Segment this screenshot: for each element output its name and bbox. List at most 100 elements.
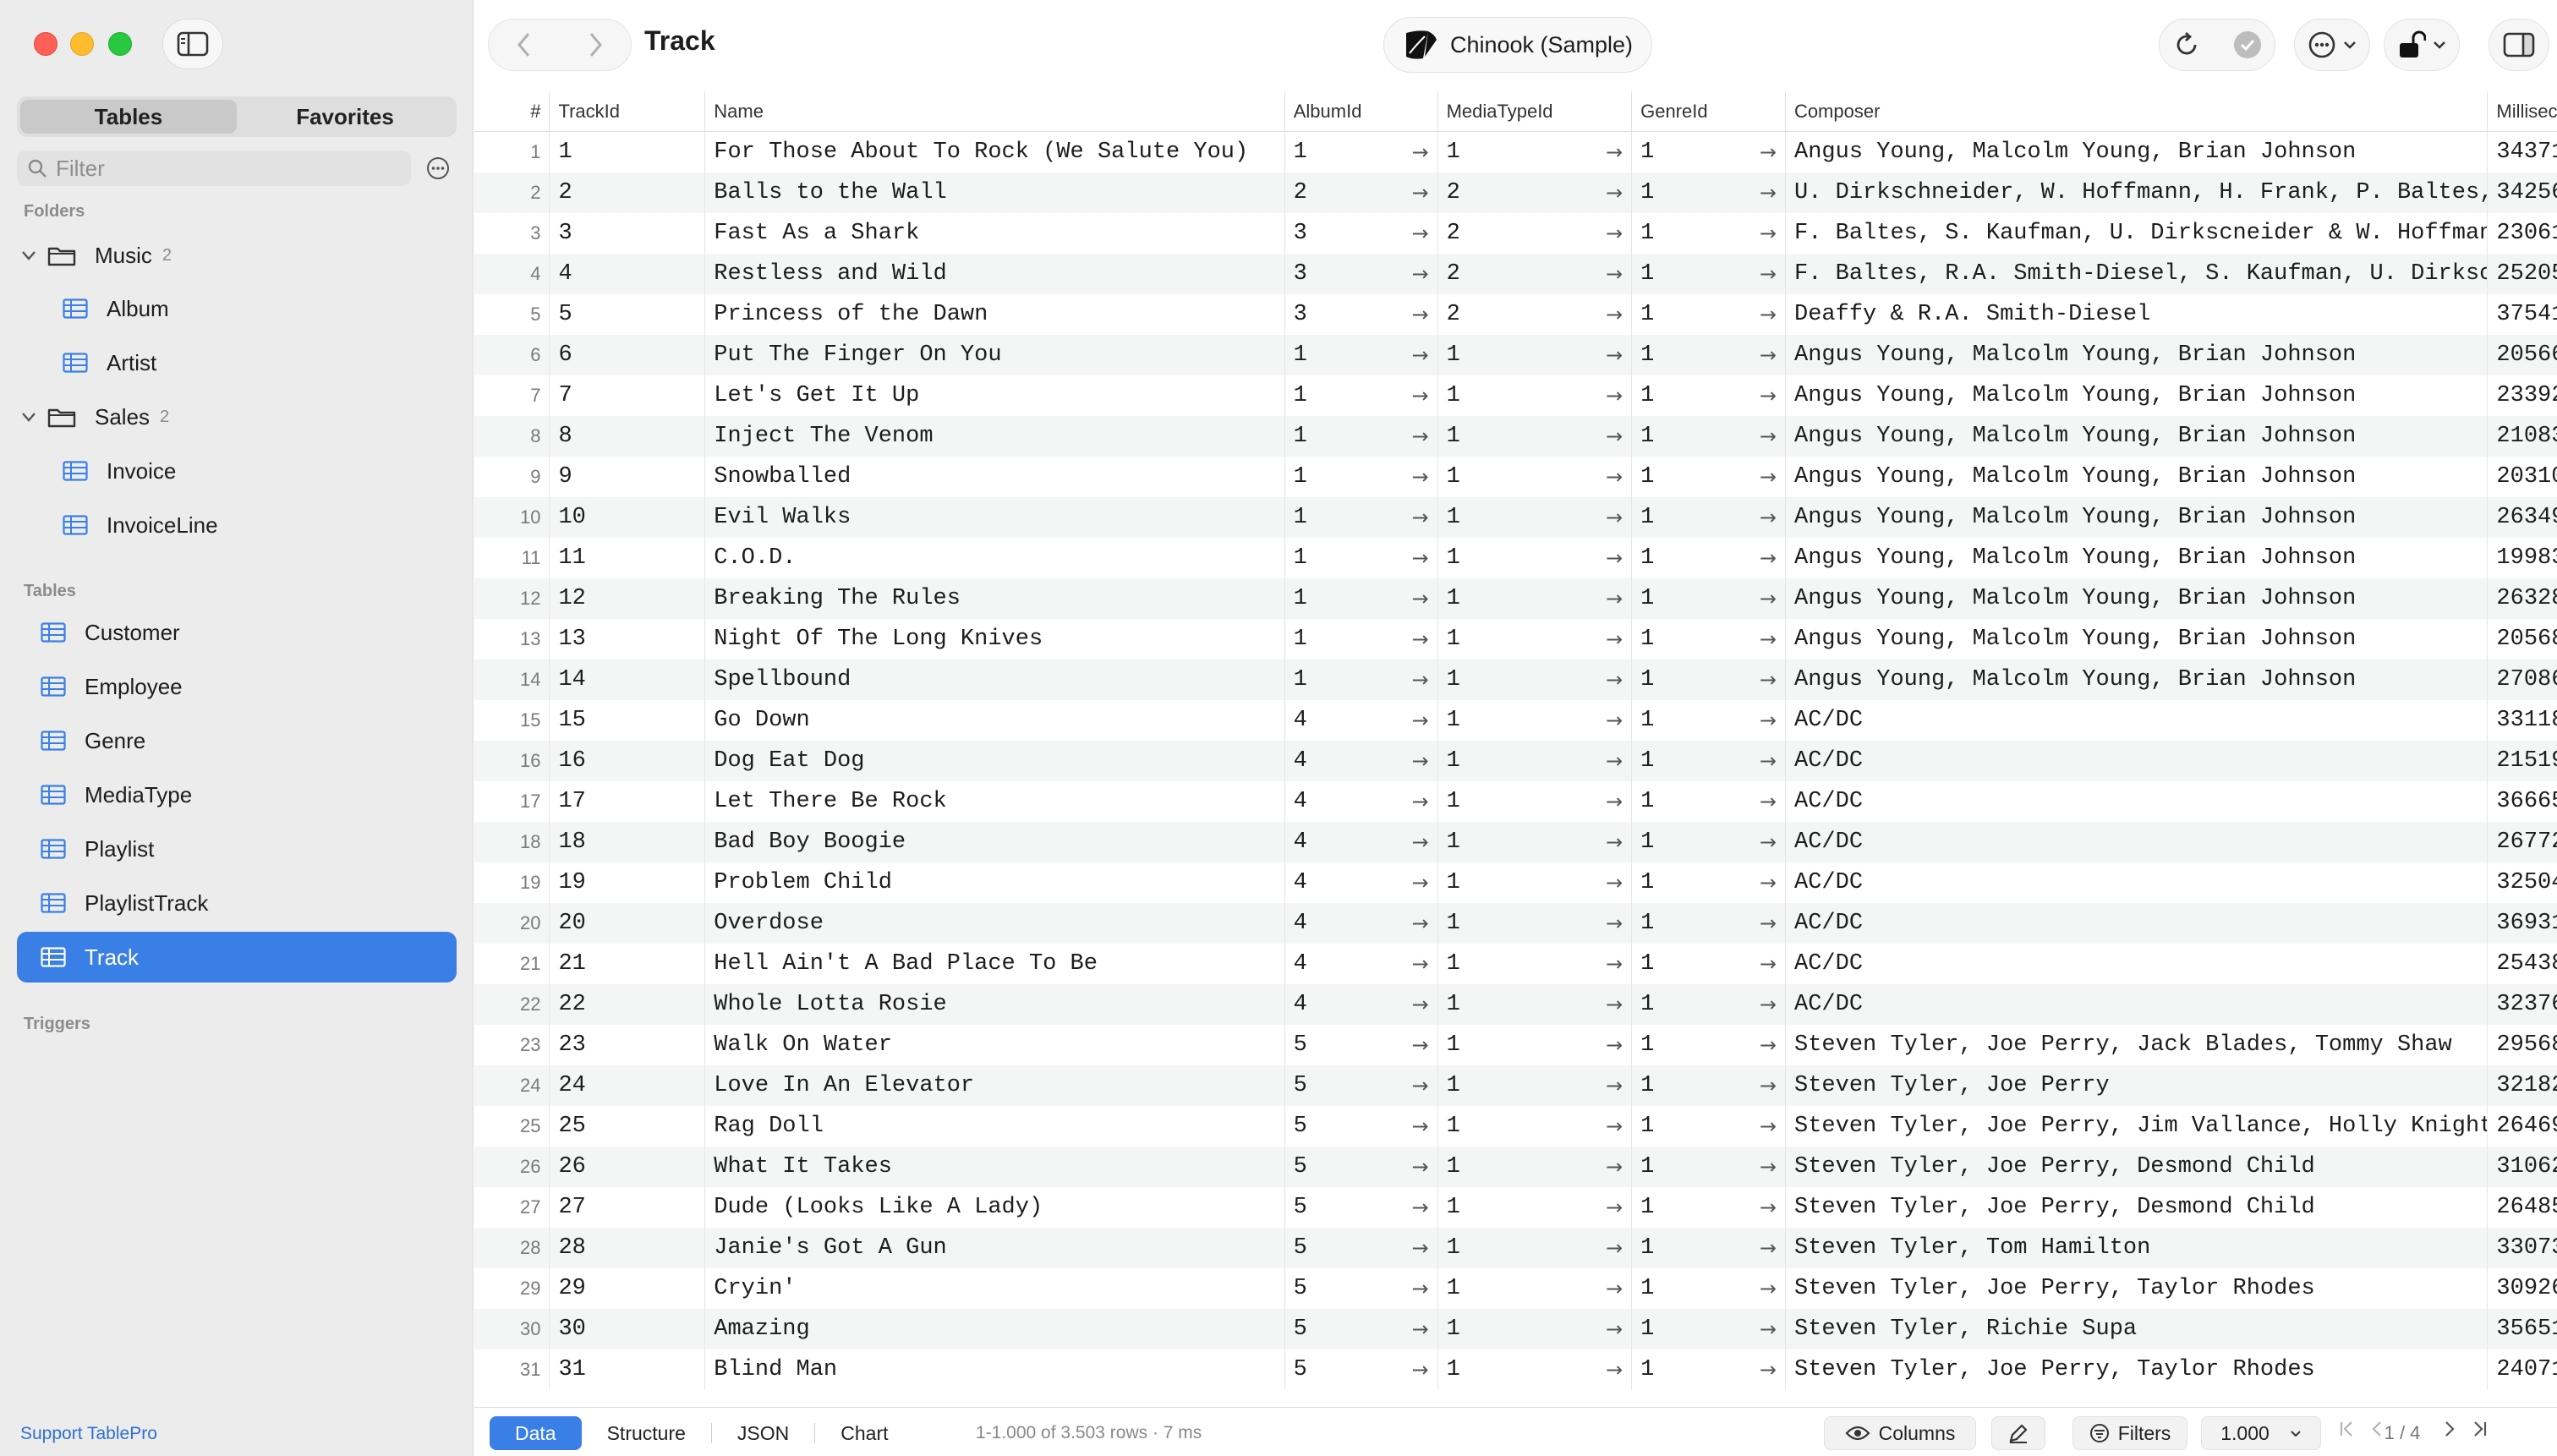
albumid-cell[interactable]: 3 →: [1285, 294, 1438, 335]
albumid-cell[interactable]: 5 →: [1285, 1187, 1438, 1228]
filter-input[interactable]: [56, 155, 394, 182]
composer-cell[interactable]: Steven Tyler, Joe Perry: [1786, 1065, 2489, 1106]
table-row[interactable]: 30 30 Amazing 5 → 1 → 1 → Steven Tyler, Richie Su…: [474, 1309, 2557, 1349]
milliseconds-cell[interactable]: 295680: [2488, 1025, 2557, 1065]
genreid-cell[interactable]: 1 →: [1632, 1025, 1787, 1065]
table-row[interactable]: 28 28 Janie's Got A Gun 5 → 1 → 1 → Steven Tyler,…: [474, 1228, 2557, 1268]
foreign-key-arrow-icon[interactable]: →: [1760, 871, 1777, 895]
foreign-key-arrow-icon[interactable]: →: [1411, 506, 1428, 529]
albumid-cell[interactable]: 4 →: [1285, 700, 1438, 741]
mediatypeid-cell[interactable]: 2 →: [1438, 172, 1633, 213]
foreign-key-arrow-icon[interactable]: →: [1606, 709, 1623, 732]
foreign-key-arrow-icon[interactable]: →: [1760, 1236, 1777, 1260]
albumid-cell[interactable]: 1 →: [1285, 497, 1438, 538]
name-cell[interactable]: Love In An Elevator: [705, 1065, 1285, 1106]
mediatypeid-cell[interactable]: 1 →: [1438, 1106, 1633, 1147]
connection-selector[interactable]: Chinook (Sample): [1383, 17, 1652, 73]
mediatypeid-cell[interactable]: 1 →: [1438, 578, 1633, 619]
refresh-icon[interactable]: [2172, 30, 2201, 59]
foreign-key-arrow-icon[interactable]: →: [1606, 506, 1623, 529]
genreid-cell[interactable]: 1 →: [1632, 1147, 1787, 1187]
albumid-cell[interactable]: 5 →: [1285, 1309, 1438, 1349]
name-cell[interactable]: Rag Doll: [705, 1106, 1285, 1147]
milliseconds-cell[interactable]: 323761: [2488, 984, 2557, 1025]
foreign-key-arrow-icon[interactable]: →: [1606, 952, 1623, 976]
table-row[interactable]: 14 14 Spellbound 1 → 1 → 1 → Angus Young, Malcolm…: [474, 660, 2557, 700]
composer-cell[interactable]: Steven Tyler, Tom Hamilton: [1786, 1228, 2489, 1268]
mediatypeid-cell[interactable]: 2 →: [1438, 213, 1633, 254]
albumid-cell[interactable]: 5 →: [1285, 1268, 1438, 1309]
milliseconds-cell[interactable]: 366654: [2488, 781, 2557, 822]
table-row[interactable]: 1616Dog Eat Dog4→1→1→AC/DC215196: [474, 741, 2557, 781]
table-row[interactable]: 31 31 Blind Man 5 → 1 → 1 → Steven Tyler, Joe Per…: [474, 1349, 2557, 1390]
genreid-cell[interactable]: 1 →: [1632, 984, 1787, 1025]
genreid-cell[interactable]: 1 →: [1632, 213, 1787, 254]
mediatypeid-cell[interactable]: 1 →: [1438, 335, 1633, 375]
foreign-key-arrow-icon[interactable]: →: [1411, 830, 1428, 854]
table-row[interactable]: 2 2 Balls to the Wall 2 → 2 → 1 → U. Dirkschneide…: [474, 172, 2557, 213]
trackid-cell[interactable]: 31: [550, 1349, 706, 1390]
name-cell[interactable]: Restless and Wild: [705, 254, 1285, 294]
trackid-cell[interactable]: 19: [550, 862, 706, 903]
foreign-key-arrow-icon[interactable]: →: [1606, 140, 1623, 164]
foreign-key-arrow-icon[interactable]: →: [1606, 546, 1623, 570]
foreign-key-arrow-icon[interactable]: →: [1760, 222, 1777, 245]
foreign-key-arrow-icon[interactable]: →: [1606, 627, 1623, 651]
checkmark-icon[interactable]: [2232, 30, 2263, 60]
milliseconds-cell[interactable]: 267728: [2488, 822, 2557, 862]
foreign-key-arrow-icon[interactable]: →: [1606, 1155, 1623, 1179]
composer-cell[interactable]: Angus Young, Malcolm Young, Brian Johnso…: [1786, 619, 2489, 660]
milliseconds-cell[interactable]: 330736: [2488, 1228, 2557, 1268]
chevron-down-icon[interactable]: [17, 250, 41, 260]
milliseconds-cell[interactable]: 309263: [2488, 1268, 2557, 1309]
milliseconds-cell[interactable]: 264698: [2488, 1106, 2557, 1147]
foreign-key-arrow-icon[interactable]: →: [1606, 830, 1623, 854]
foreign-key-arrow-icon[interactable]: →: [1606, 993, 1623, 1016]
albumid-cell[interactable]: 4 →: [1285, 984, 1438, 1025]
foreign-key-arrow-icon[interactable]: →: [1760, 993, 1777, 1016]
albumid-cell[interactable]: 5 →: [1285, 1228, 1438, 1268]
trackid-cell[interactable]: 2: [550, 172, 706, 213]
foreign-key-arrow-icon[interactable]: →: [1760, 1277, 1777, 1300]
milliseconds-cell[interactable]: 205662: [2488, 335, 2557, 375]
genreid-cell[interactable]: 1 →: [1632, 1187, 1787, 1228]
mediatypeid-cell[interactable]: 1 →: [1438, 416, 1633, 457]
trackid-cell[interactable]: 30: [550, 1309, 706, 1349]
more-options-icon[interactable]: [425, 156, 451, 181]
albumid-cell[interactable]: 3 →: [1285, 254, 1438, 294]
foreign-key-arrow-icon[interactable]: →: [1760, 1074, 1777, 1097]
mediatypeid-cell[interactable]: 1 →: [1438, 1065, 1633, 1106]
genreid-cell[interactable]: 1 →: [1632, 660, 1787, 700]
table-row[interactable]: 1919Problem Child4→1→1→AC/DC325041: [474, 862, 2557, 903]
foreign-key-arrow-icon[interactable]: →: [1606, 1358, 1623, 1382]
name-cell[interactable]: Fast As a Shark: [705, 213, 1285, 254]
mediatypeid-cell[interactable]: 1 →: [1438, 781, 1633, 822]
foreign-key-arrow-icon[interactable]: →: [1606, 1236, 1623, 1260]
foreign-key-arrow-icon[interactable]: →: [1760, 1033, 1777, 1057]
name-cell[interactable]: Princess of the Dawn: [705, 294, 1285, 335]
back-icon[interactable]: [516, 31, 533, 58]
foreign-key-arrow-icon[interactable]: →: [1760, 465, 1777, 489]
foreign-key-arrow-icon[interactable]: →: [1760, 303, 1777, 326]
composer-cell[interactable]: Deaffy & R.A. Smith-Diesel: [1786, 294, 2489, 335]
foreign-key-arrow-icon[interactable]: →: [1411, 303, 1428, 326]
milliseconds-cell[interactable]: 263288: [2488, 578, 2557, 619]
foreign-key-arrow-icon[interactable]: →: [1760, 1196, 1777, 1219]
milliseconds-cell[interactable]: 325041: [2488, 862, 2557, 903]
name-cell[interactable]: Walk On Water: [705, 1025, 1285, 1065]
genreid-cell[interactable]: 1 →: [1632, 578, 1787, 619]
milliseconds-cell[interactable]: 215196: [2488, 741, 2557, 781]
milliseconds-cell[interactable]: 375418: [2488, 294, 2557, 335]
window-close-button[interactable]: [34, 32, 57, 56]
composer-cell[interactable]: Angus Young, Malcolm Young, Brian Johnso…: [1786, 375, 2489, 416]
composer-cell[interactable]: AC/DC: [1786, 700, 2489, 741]
foreign-key-arrow-icon[interactable]: →: [1606, 1277, 1623, 1300]
name-cell[interactable]: Problem Child: [705, 862, 1285, 903]
genreid-cell[interactable]: 1 →: [1632, 457, 1787, 497]
milliseconds-cell[interactable]: 356519: [2488, 1309, 2557, 1349]
foreign-key-arrow-icon[interactable]: →: [1606, 1074, 1623, 1097]
foreign-key-arrow-icon[interactable]: →: [1411, 140, 1428, 164]
genreid-cell[interactable]: 1 →: [1632, 416, 1787, 457]
foreign-key-arrow-icon[interactable]: →: [1411, 1033, 1428, 1057]
lock-menu[interactable]: [2384, 19, 2460, 71]
